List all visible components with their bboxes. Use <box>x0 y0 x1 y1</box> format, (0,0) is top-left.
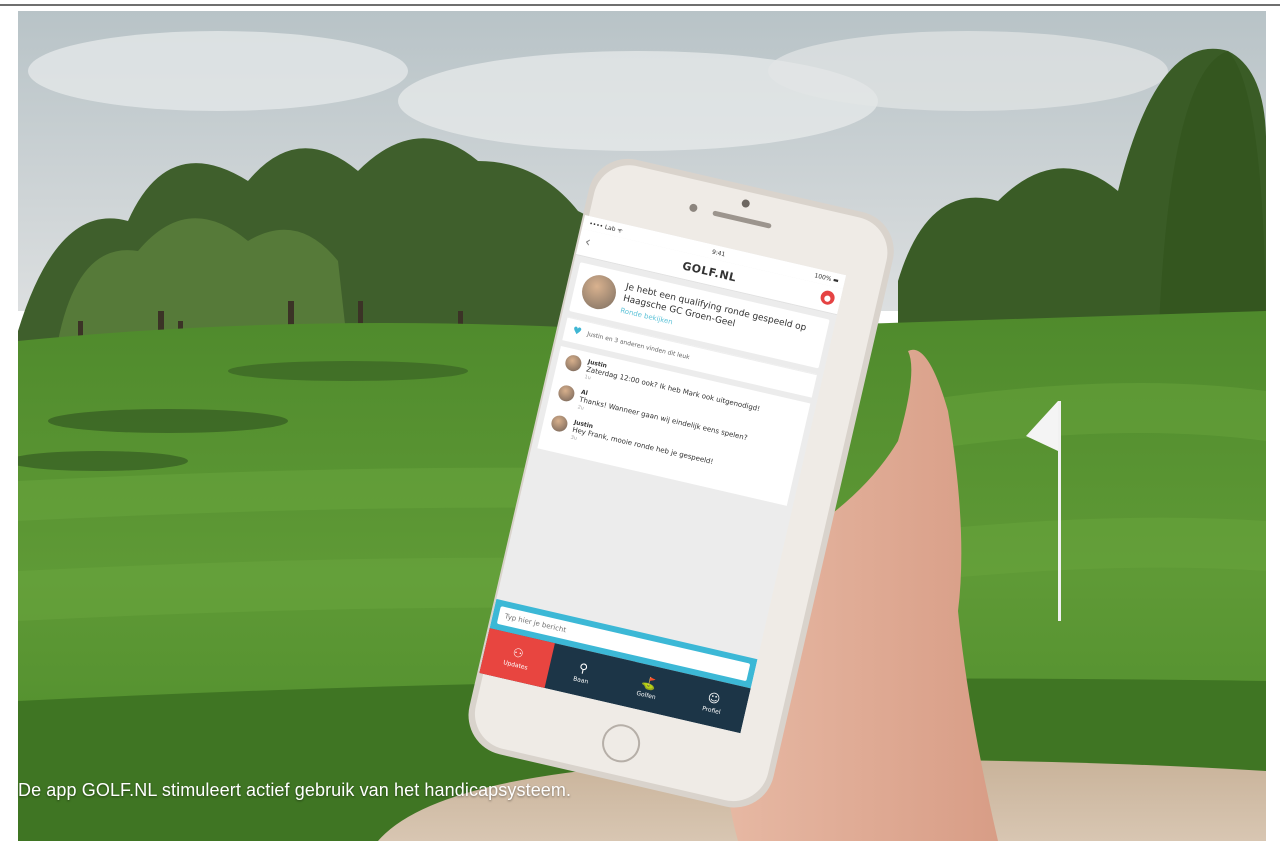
avatar <box>556 383 576 403</box>
golfer-icon: ⛳ <box>639 674 658 692</box>
avatar <box>578 271 620 313</box>
photo-caption: De app GOLF.NL stimuleert actief gebruik… <box>18 780 572 800</box>
user-icon: ☺ <box>706 690 722 707</box>
avatar <box>563 353 583 373</box>
avatar <box>549 413 570 434</box>
clock-label: 9:41 <box>711 248 726 258</box>
heart-icon[interactable]: ♥ <box>571 325 582 338</box>
back-chevron-icon[interactable]: ‹ <box>583 234 592 251</box>
users-icon: ⚇ <box>511 645 526 662</box>
top-divider <box>0 4 1280 6</box>
map-pin-icon: ⚲ <box>577 660 590 677</box>
tab-label: Updates <box>502 659 529 672</box>
notification-badge-icon[interactable]: ● <box>819 289 837 307</box>
tab-label: Baan <box>572 675 589 686</box>
app-logo: GOLF.NL <box>681 258 738 284</box>
